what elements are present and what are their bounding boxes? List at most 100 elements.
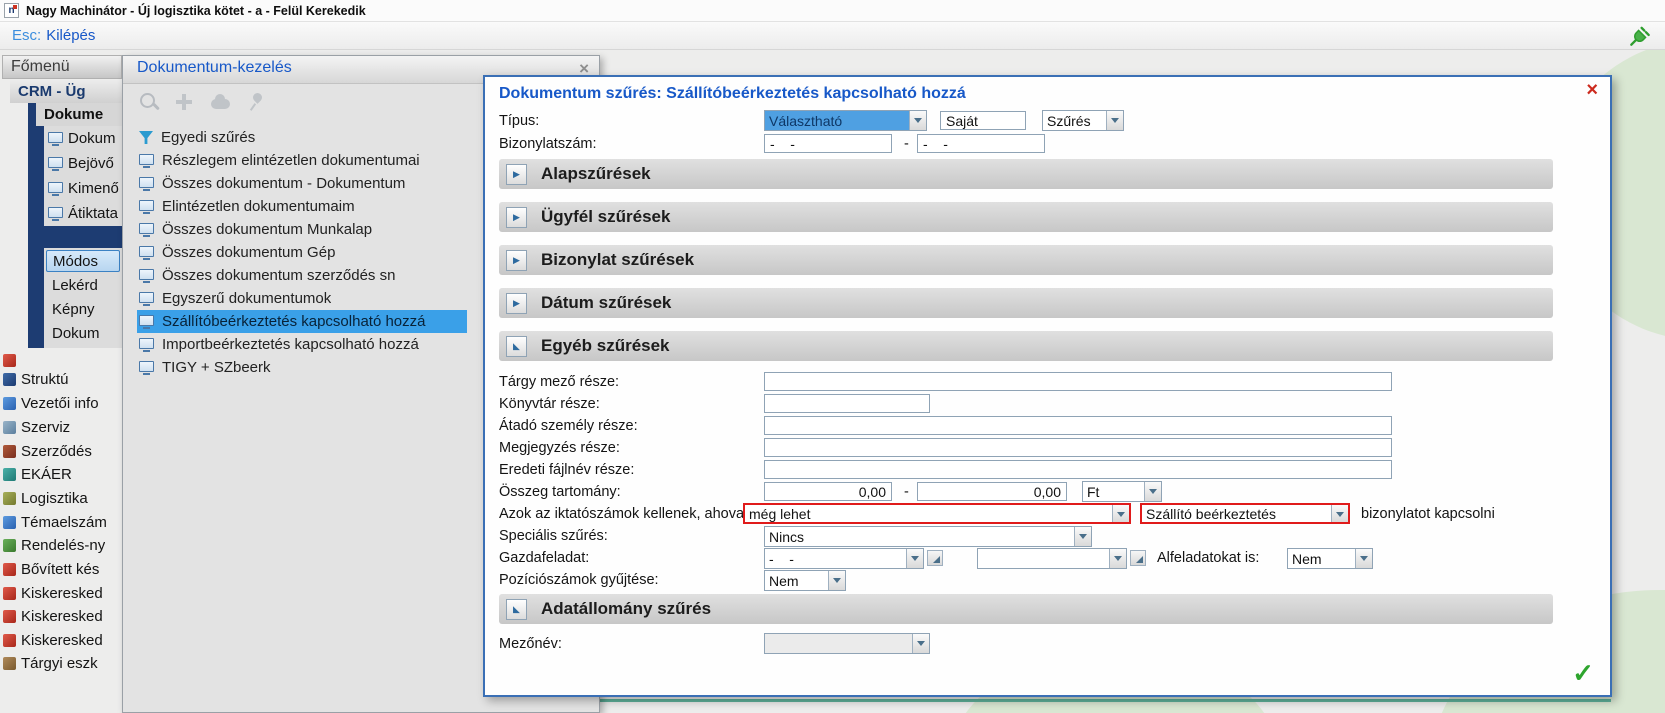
sidebar-item-kimeno[interactable]: Kimenő	[44, 176, 122, 201]
chevron-down-icon[interactable]	[909, 111, 926, 130]
megjegyzes-input[interactable]	[764, 438, 1392, 457]
chevron-down-icon[interactable]	[1355, 549, 1372, 568]
list-item[interactable]: Összes dokumentum szerződés sn	[137, 264, 467, 287]
section-bizonylat-szuresek[interactable]: ▶ Bizonylat szűrések	[499, 245, 1553, 275]
monitor-icon	[48, 182, 63, 193]
sidebar-item-vezetoi-info[interactable]: Vezetői info	[0, 392, 122, 414]
collapse-icon[interactable]: ◣	[506, 599, 527, 620]
list-item[interactable]: Összes dokumentum Munkalap	[137, 218, 467, 241]
exit-menu-item[interactable]: Esc: Kilépés	[12, 27, 95, 44]
atado-input[interactable]	[764, 416, 1392, 435]
chevron-down-icon[interactable]	[1106, 111, 1123, 130]
expand-icon[interactable]: ▶	[506, 250, 527, 271]
sajat-field[interactable]: Saját	[940, 111, 1026, 130]
chevron-down-icon[interactable]	[912, 634, 929, 653]
sidebar-item-szerviz[interactable]: Szerviz	[0, 416, 122, 438]
gazdafeladat-picker-button[interactable]	[927, 550, 943, 566]
pozicioszam-select[interactable]: Nem	[764, 570, 846, 591]
sidebar-item-modositas[interactable]: Módos	[46, 250, 120, 272]
mezonev-label: Mezőnév:	[499, 636, 562, 652]
gazdafeladat-sub-picker-button[interactable]	[1130, 550, 1146, 566]
sidebar-item-atiktatas[interactable]: Átiktata	[44, 201, 122, 226]
expanded-triangle: ◣	[513, 605, 520, 614]
expand-icon[interactable]: ▶	[506, 207, 527, 228]
sidebar-item-label: Szerződés	[21, 443, 92, 460]
sidebar-item-kiskereskedelem-2[interactable]: Kiskeresked	[0, 605, 122, 627]
range-separator: -	[904, 136, 909, 152]
iktato-mode-select[interactable]: még lehet	[743, 503, 1131, 524]
konyvtar-input[interactable]	[764, 394, 930, 413]
iktato-type-select[interactable]: Szállító beérkeztetés	[1140, 503, 1350, 524]
sidebar-item-rendeles-nyilvantartas[interactable]: Rendelés-ny	[0, 534, 122, 556]
chevron-down-icon[interactable]	[906, 549, 923, 568]
chevron-down-icon[interactable]	[1112, 505, 1129, 522]
sidebar-section-dokumentum[interactable]: Dokume	[36, 103, 122, 126]
list-item[interactable]: Importbeérkeztetés kapcsolható hozzá	[137, 333, 467, 356]
window-title: Nagy Machinátor - Új logisztika kötet - …	[26, 4, 366, 18]
pin-icon[interactable]	[245, 90, 269, 114]
list-item[interactable]: Összes dokumentum Gép	[137, 241, 467, 264]
gazdafeladat-select[interactable]: - -	[764, 548, 924, 569]
esc-shortcut-label: Esc:	[12, 27, 41, 44]
chevron-down-icon[interactable]	[1331, 505, 1348, 522]
sidebar-item-crm[interactable]: CRM - Üg	[10, 80, 122, 103]
chevron-down-icon[interactable]	[1144, 482, 1161, 501]
alfeladat-select[interactable]: Nem	[1287, 548, 1373, 569]
sidebar-item-lekerdezes[interactable]: Lekérd	[46, 274, 120, 296]
bizonylatszam-to-input[interactable]: - -	[917, 134, 1045, 153]
currency-select[interactable]: Ft	[1082, 481, 1162, 502]
sidebar-item-kepnyomtatas[interactable]: Képny	[46, 298, 120, 320]
search-icon[interactable]	[137, 90, 161, 114]
logistics-icon	[3, 492, 16, 505]
list-item[interactable]: Részlegem elintézetlen dokumentumai	[137, 149, 467, 172]
section-datum-szuresek[interactable]: ▶ Dátum szűrések	[499, 288, 1553, 318]
section-ugyfel-szuresek[interactable]: ▶ Ügyfél szűrések	[499, 202, 1553, 232]
section-adatallomany-szures[interactable]: ◣ Adatállomány szűrés	[499, 594, 1553, 624]
sidebar-item-bovitett-keszlet[interactable]: Bővített kés	[0, 558, 122, 580]
sidebar-item-kiskereskedelem-1[interactable]: Kiskeresked	[0, 582, 122, 604]
expand-icon[interactable]: ▶	[506, 293, 527, 314]
retail-icon	[3, 610, 16, 623]
targy-input[interactable]	[764, 372, 1392, 391]
osszeg-from-input[interactable]: 0,00	[764, 482, 892, 501]
list-item[interactable]: Összes dokumentum - Dokumentum	[137, 172, 467, 195]
tools-plug-icon[interactable]	[1627, 23, 1653, 49]
chevron-down-icon[interactable]	[828, 571, 845, 590]
sidebar-item-ekaer[interactable]: EKÁER	[0, 463, 122, 485]
list-item-label: Összes dokumentum - Dokumentum	[162, 175, 405, 192]
close-icon[interactable]: ×	[1586, 79, 1598, 102]
bizonylatszam-from-input[interactable]: - -	[764, 134, 892, 153]
gazdafeladat-sub-select[interactable]	[977, 548, 1127, 569]
cloud-icon[interactable]	[209, 90, 233, 114]
mezonev-select[interactable]	[764, 633, 930, 654]
confirm-check-icon[interactable]: ✓	[1572, 658, 1594, 689]
section-egyeb-szuresek[interactable]: ◣ Egyéb szűrések	[499, 331, 1553, 361]
tipus-select[interactable]: Választható	[764, 110, 927, 131]
expand-icon[interactable]: ▶	[506, 164, 527, 185]
osszeg-to-input[interactable]: 0,00	[917, 482, 1067, 501]
eredeti-fajlnev-input[interactable]	[764, 460, 1392, 479]
chevron-down-icon[interactable]	[1109, 549, 1126, 568]
sidebar-item-temaelszamolas[interactable]: Témaelszám	[0, 511, 122, 533]
section-alapszuresek[interactable]: ▶ Alapszűrések	[499, 159, 1553, 189]
list-item[interactable]: Egyszerű dokumentumok	[137, 287, 467, 310]
sidebar-item-dokum[interactable]: Dokum	[44, 126, 122, 151]
filter-icon	[139, 131, 153, 144]
collapse-icon[interactable]: ◣	[506, 336, 527, 357]
specialis-select[interactable]: Nincs	[764, 526, 1092, 547]
sidebar-item-struktura[interactable]: Struktú	[0, 368, 122, 390]
chevron-down-icon[interactable]	[1074, 527, 1091, 546]
sidebar-item-logisztika[interactable]: Logisztika	[0, 487, 122, 509]
list-item[interactable]: TIGY + SZbeerk	[137, 356, 467, 379]
list-item[interactable]: Elintézetlen dokumentumaim	[137, 195, 467, 218]
list-item-label: Összes dokumentum Gép	[162, 244, 335, 261]
sidebar-item-dokum2[interactable]: Dokum	[46, 322, 120, 344]
add-icon[interactable]	[173, 90, 197, 114]
sidebar-item-bejovo[interactable]: Bejövő	[44, 151, 122, 176]
list-item-selected[interactable]: Szállítóbeérkeztetés kapcsolható hozzá	[137, 310, 467, 333]
list-item-egyedi-szures[interactable]: Egyedi szűrés	[137, 126, 467, 149]
sidebar-item-kiskereskedelem-3[interactable]: Kiskeresked	[0, 629, 122, 651]
szures-select[interactable]: Szűrés	[1042, 110, 1124, 131]
sidebar-item-targyi-eszkoz[interactable]: Tárgyi eszk	[0, 652, 122, 674]
sidebar-item-szerzodes[interactable]: Szerződés	[0, 440, 122, 462]
